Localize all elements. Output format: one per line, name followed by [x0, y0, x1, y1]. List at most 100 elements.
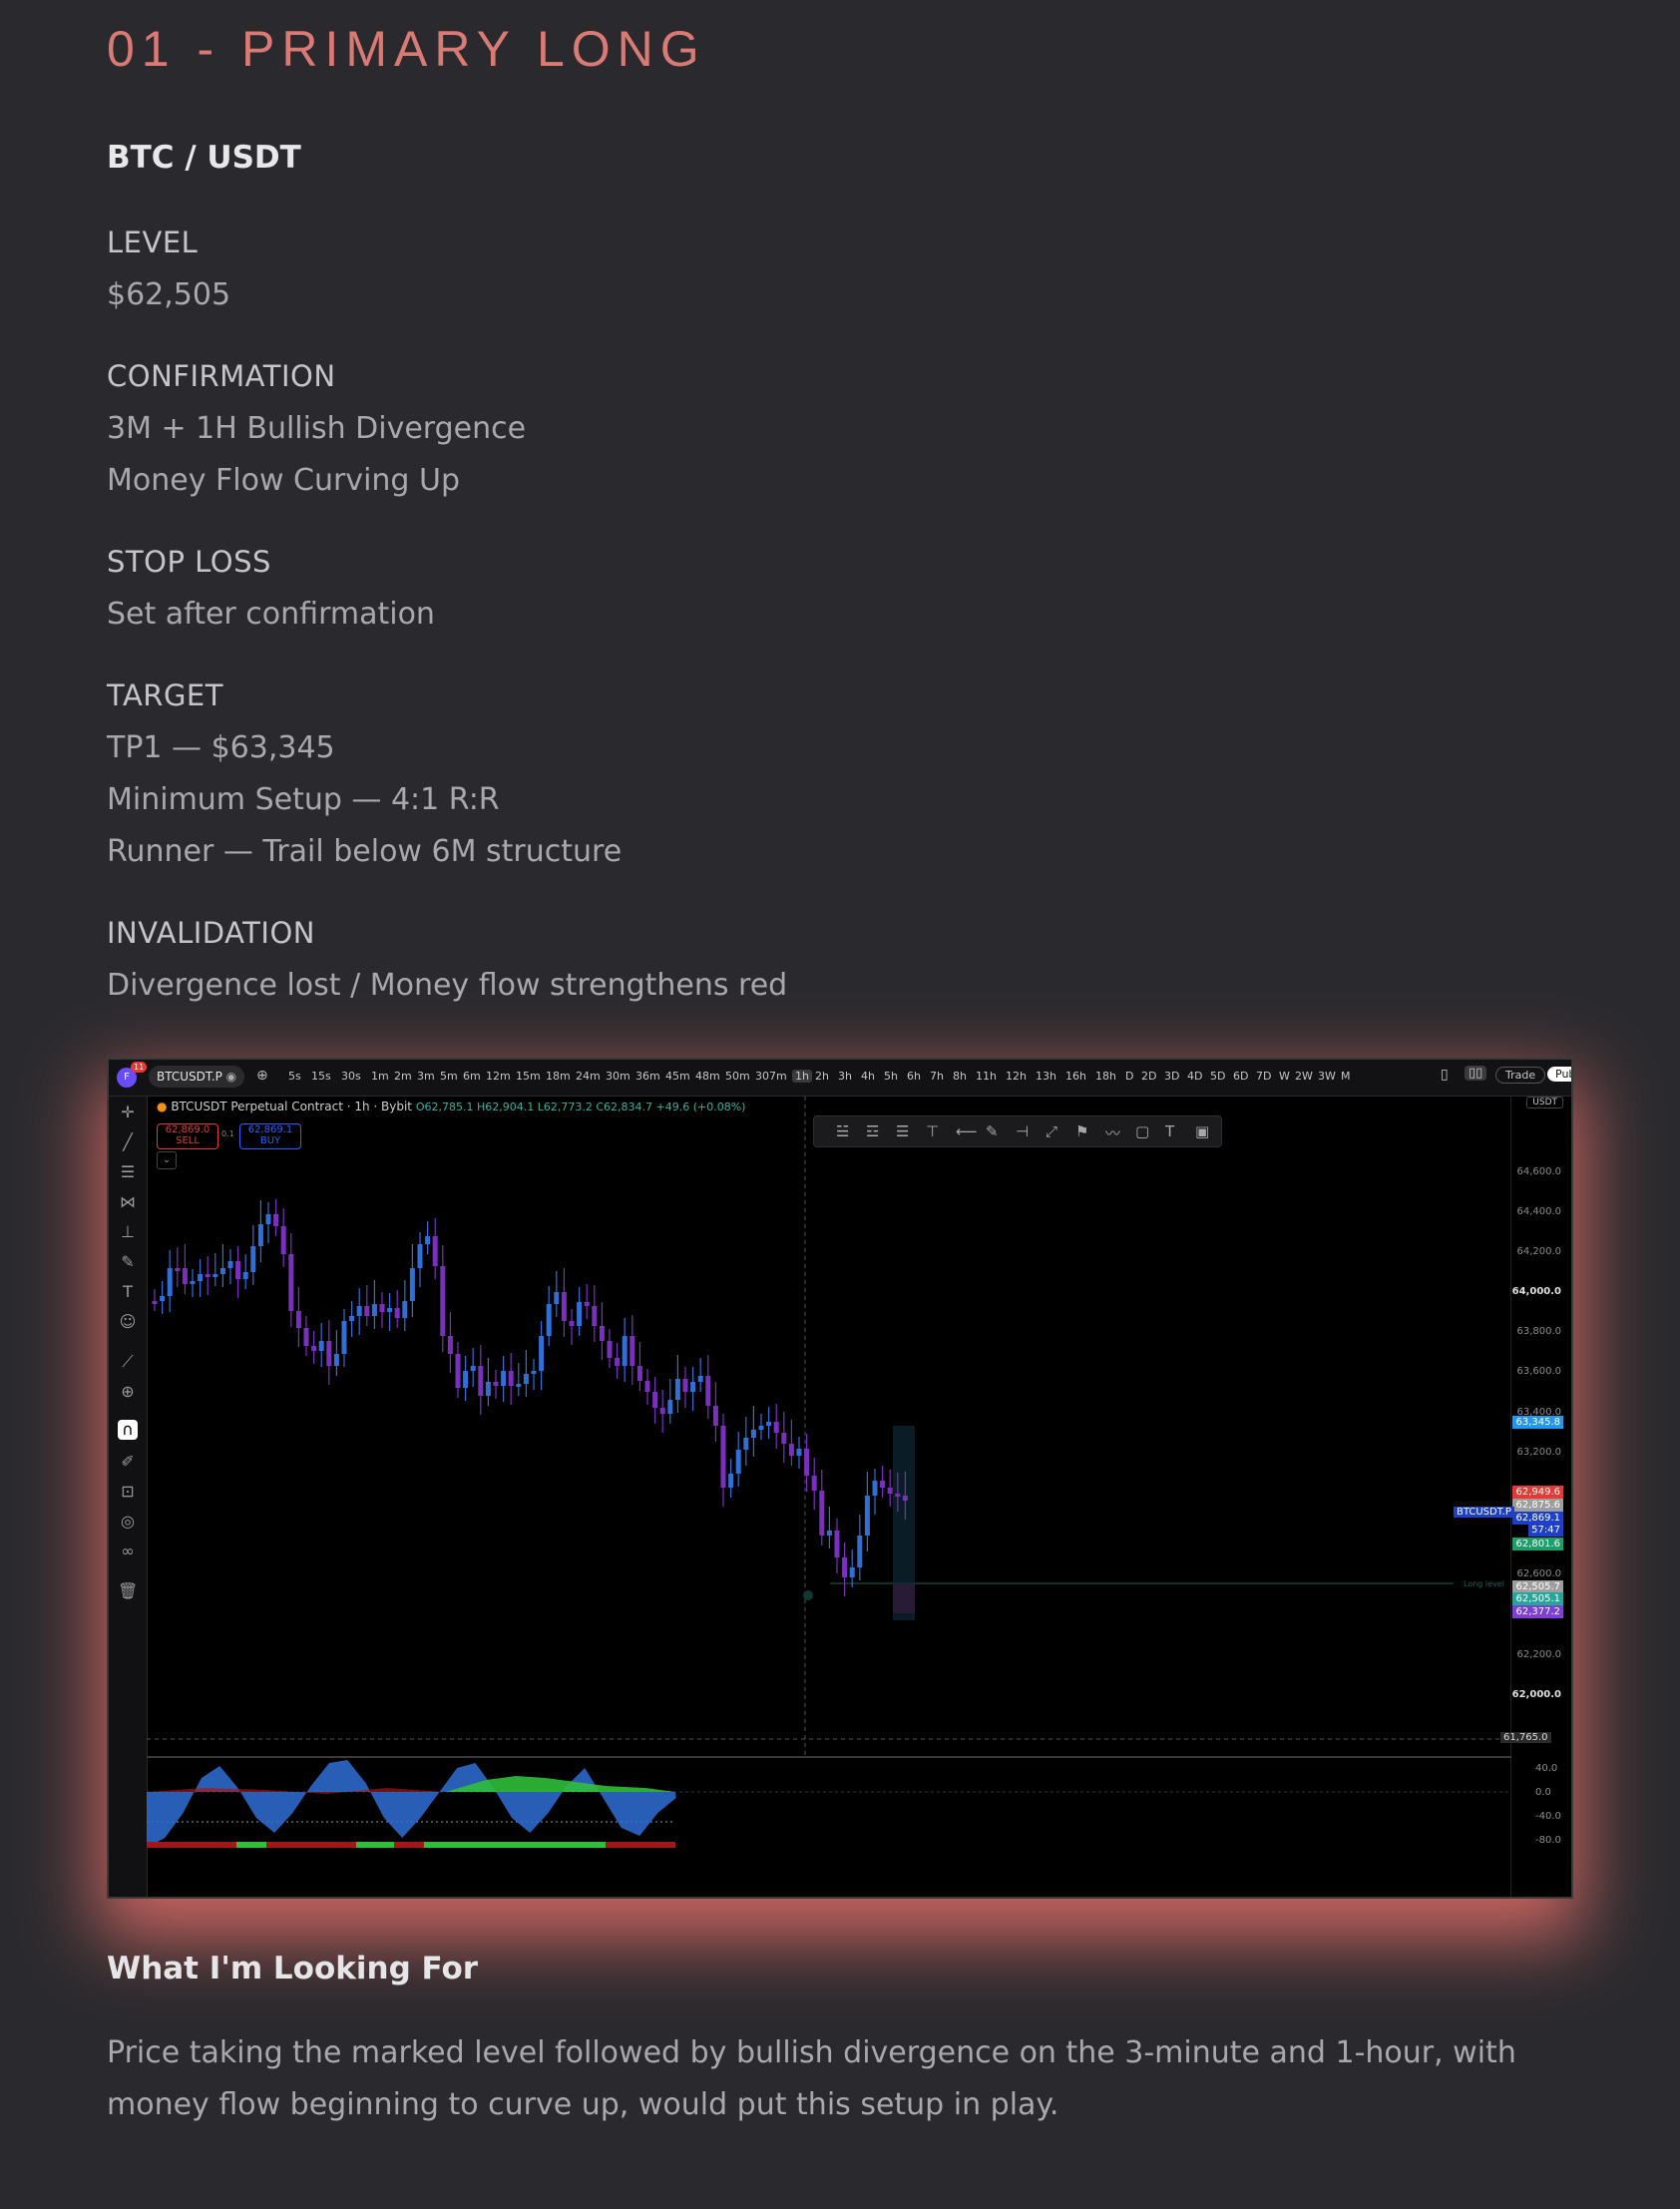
interval-30s[interactable]: 30s	[341, 1070, 361, 1083]
price-tick: 63,600.0	[1516, 1366, 1561, 1377]
target-line: Minimum Setup — 4:1 R:R	[107, 782, 500, 817]
visibility-icon[interactable]: ◎	[118, 1512, 138, 1532]
emoji-icon[interactable]: ☺	[118, 1312, 138, 1332]
interval-18m[interactable]: 18m	[546, 1070, 571, 1083]
chart-type-icon[interactable]: ▯	[1441, 1067, 1449, 1083]
candle-body	[887, 1488, 893, 1494]
interval-12h[interactable]: 12h	[1006, 1070, 1027, 1083]
interval-W[interactable]: W	[1279, 1070, 1290, 1083]
candle-body	[895, 1494, 901, 1497]
interval-45m[interactable]: 45m	[665, 1070, 690, 1083]
price-tick: 63,200.0	[1516, 1447, 1561, 1458]
link-icon[interactable]: ∞	[118, 1542, 138, 1561]
interval-13h[interactable]: 13h	[1036, 1070, 1056, 1083]
long-level-label: Long level	[1464, 1579, 1504, 1588]
interval-6m[interactable]: 6m	[463, 1070, 481, 1083]
candle-body	[773, 1422, 779, 1433]
symbol-search-button[interactable]: BTCUSDT.P ◉	[149, 1066, 245, 1088]
interval-36m[interactable]: 36m	[635, 1070, 660, 1083]
interval-4h[interactable]: 4h	[861, 1070, 875, 1083]
osc-tick: -40.0	[1535, 1811, 1561, 1822]
money-flow-oscillator[interactable]	[147, 1758, 1511, 1897]
brush-icon[interactable]: ✎	[118, 1252, 138, 1272]
candle-body	[577, 1302, 583, 1326]
interval-3D[interactable]: 3D	[1164, 1070, 1179, 1083]
candle-body	[615, 1358, 621, 1366]
zoom-icon[interactable]: ⊕	[118, 1382, 138, 1402]
interval-15m[interactable]: 15m	[516, 1070, 541, 1083]
interval-50m[interactable]: 50m	[725, 1070, 750, 1083]
candle-body	[705, 1376, 711, 1406]
interval-7D[interactable]: 7D	[1256, 1070, 1271, 1083]
text-icon[interactable]: T	[118, 1282, 138, 1302]
interval-6D[interactable]: 6D	[1233, 1070, 1248, 1083]
candle-body	[379, 1304, 385, 1312]
pattern-icon[interactable]: ⋈	[118, 1192, 138, 1212]
price-tick: 64,400.0	[1516, 1206, 1561, 1217]
lock-draw-icon[interactable]: ✐	[118, 1452, 138, 1472]
interval-6h[interactable]: 6h	[907, 1070, 921, 1083]
candle-body	[880, 1481, 886, 1488]
interval-3m[interactable]: 3m	[417, 1070, 435, 1083]
interval-M[interactable]: M	[1341, 1070, 1351, 1083]
forecast-icon[interactable]: ⊥	[118, 1222, 138, 1242]
interval-15s[interactable]: 15s	[311, 1070, 331, 1083]
crosshair-icon[interactable]: ✛	[118, 1103, 138, 1122]
candle-body	[826, 1531, 832, 1536]
trade-button[interactable]: Trade	[1495, 1067, 1546, 1084]
candle-body	[478, 1366, 484, 1396]
fib-icon[interactable]: ☰	[118, 1162, 138, 1182]
interval-16h[interactable]: 16h	[1065, 1070, 1086, 1083]
interval-18h[interactable]: 18h	[1095, 1070, 1116, 1083]
add-compare-icon[interactable]: ⊕	[256, 1068, 268, 1084]
candle-body	[796, 1449, 802, 1456]
interval-5D[interactable]: 5D	[1210, 1070, 1225, 1083]
interval-1h[interactable]: 1h	[792, 1070, 812, 1083]
interval-30m[interactable]: 30m	[606, 1070, 630, 1083]
interval-4D[interactable]: 4D	[1187, 1070, 1202, 1083]
price-chart[interactable]: Long level	[147, 1097, 1511, 1755]
interval-3h[interactable]: 3h	[838, 1070, 852, 1083]
interval-48m[interactable]: 48m	[695, 1070, 720, 1083]
interval-24m[interactable]: 24m	[576, 1070, 601, 1083]
publish-button[interactable]: Pub	[1547, 1067, 1571, 1082]
magnet-icon[interactable]: ∩	[118, 1420, 138, 1440]
interval-307m[interactable]: 307m	[755, 1070, 787, 1083]
interval-D[interactable]: D	[1125, 1070, 1133, 1083]
lock-icon[interactable]: ⊡	[118, 1482, 138, 1502]
candle-body	[690, 1382, 696, 1392]
interval-3W[interactable]: 3W	[1318, 1070, 1336, 1083]
interval-2h[interactable]: 2h	[815, 1070, 829, 1083]
interval-12m[interactable]: 12m	[486, 1070, 511, 1083]
candle-body	[561, 1292, 567, 1321]
interval-11h[interactable]: 11h	[976, 1070, 997, 1083]
currency-select[interactable]: USDT	[1526, 1097, 1563, 1108]
candle-body	[455, 1354, 461, 1388]
trash-icon[interactable]: 🗑	[118, 1581, 138, 1601]
candle-body	[160, 1296, 166, 1301]
ruler-icon[interactable]: ⟋	[118, 1352, 138, 1372]
interval-5s[interactable]: 5s	[288, 1070, 301, 1083]
osc-tick: -80.0	[1535, 1835, 1561, 1846]
price-tag: 62,505.1	[1512, 1592, 1563, 1605]
interval-8h[interactable]: 8h	[953, 1070, 967, 1083]
interval-5h[interactable]: 5h	[884, 1070, 898, 1083]
candle-body	[743, 1438, 749, 1450]
interval-1m[interactable]: 1m	[371, 1070, 389, 1083]
candle-body	[265, 1214, 271, 1224]
interval-2m[interactable]: 2m	[394, 1070, 412, 1083]
interval-5m[interactable]: 5m	[440, 1070, 458, 1083]
candle-body	[175, 1268, 181, 1271]
interval-7h[interactable]: 7h	[930, 1070, 944, 1083]
layout-icon[interactable]: ▯▯	[1465, 1066, 1487, 1081]
trendline-icon[interactable]: ╱	[118, 1132, 138, 1152]
price-tag: 63,345.8	[1512, 1416, 1563, 1429]
interval-2W[interactable]: 2W	[1295, 1070, 1313, 1083]
price-tick: 64,600.0	[1516, 1166, 1561, 1177]
interval-2D[interactable]: 2D	[1141, 1070, 1156, 1083]
money-flow-strip	[394, 1842, 424, 1848]
candle-body	[864, 1496, 870, 1536]
candle-body	[417, 1244, 423, 1268]
candle-body	[250, 1246, 256, 1272]
notification-badge: 11	[131, 1062, 148, 1073]
